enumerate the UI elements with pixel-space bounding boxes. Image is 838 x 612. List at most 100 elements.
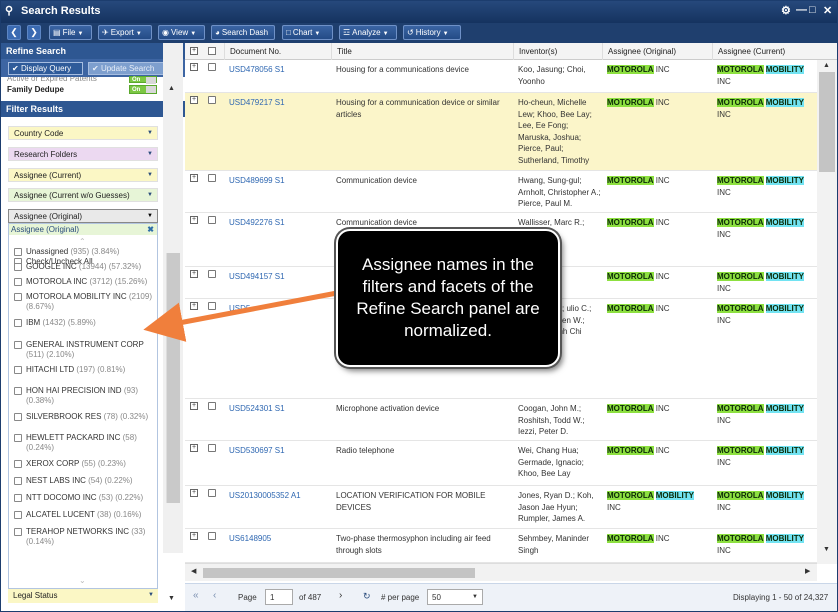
table-row[interactable]: + USD530697 S1 Radio telephone Wei, Chang H… [185,441,817,486]
file-menu[interactable]: ▤ File ▼ [49,25,92,40]
row-checkbox[interactable] [208,216,216,224]
facet-option[interactable]: NEST LABS INC (54) (0.22%) [14,476,154,486]
facet-option[interactable]: Unassigned (935) (3.84%) [14,247,154,257]
checkbox[interactable] [14,460,22,468]
horizontal-scrollbar[interactable]: ◀ ▶ [185,563,817,581]
facet-option[interactable]: HON HAI PRECISION IND (93) (0.38%) [14,386,154,406]
close-icon[interactable]: ✕ [823,4,832,17]
table-row[interactable]: + US20130005352 A1 LOCATION VERIFICATION F… [185,486,817,529]
history-menu[interactable]: ↺ History ▼ [403,25,461,40]
document-link[interactable]: US20130005352 A1 [224,490,331,502]
checkbox[interactable] [14,293,22,301]
facet-option[interactable]: NTT DOCOMO INC (53) (0.22%) [14,493,154,503]
row-checkbox[interactable] [208,302,216,310]
analyze-menu[interactable]: ☲ Analyze ▼ [339,25,397,40]
facet-country-code[interactable]: Country Code ▼ [8,126,158,140]
refresh-icon[interactable]: ↻ [363,591,371,602]
facet-option[interactable]: TERAHOP NETWORKS INC (33) (0.14%) [14,527,154,547]
row-checkbox[interactable] [208,174,216,182]
header-inventors[interactable]: Inventor(s) [513,43,602,60]
facet-assignee-current-no-guess[interactable]: Assignee (Current w/o Guesses) ▼ [8,188,158,202]
checkbox[interactable] [14,387,22,395]
gear-icon[interactable]: ⚙ [781,4,791,17]
header-title[interactable]: Title [331,43,513,60]
row-checkbox[interactable] [208,96,216,104]
document-link[interactable]: USD492276 S1 [224,217,331,229]
expand-row-icon[interactable]: + [190,402,198,410]
view-menu[interactable]: ◉ View ▼ [158,25,205,40]
facet-option[interactable]: SILVERBROOK RES (78) (0.32%) [14,412,154,422]
facet-option[interactable]: HEWLETT PACKARD INC (58) (0.24%) [14,433,154,453]
row-checkbox[interactable] [208,444,216,452]
facet-option[interactable]: GOOGLE INC (13944) (57.32%) [14,262,154,272]
export-menu[interactable]: ✈ Export ▼ [98,25,152,40]
expand-row-icon[interactable]: + [190,444,198,452]
table-row[interactable]: + US6148905 Two-phase thermosyphon includi… [185,529,817,563]
expand-row-icon[interactable]: + [190,96,198,104]
left-scroll-down-arrow[interactable]: ▼ [168,595,175,602]
first-page-icon[interactable]: « [193,590,199,601]
document-link[interactable]: USD478056 S1 [224,64,331,76]
checkbox[interactable] [14,413,22,421]
update-search-button[interactable]: ✔ Update Search [88,62,168,75]
facet-option[interactable]: MOTOROLA INC (3712) (15.26%) [14,277,154,287]
scroll-down-arrow[interactable]: ▼ [823,546,830,553]
checkbox[interactable] [14,477,22,485]
display-query-button[interactable]: ✔ Display Query [8,62,83,75]
facet-option[interactable]: IBM (1432) (5.89%) [14,318,154,328]
left-scrollbar[interactable]: ▲ [163,43,183,553]
results-scroll-thumb[interactable] [819,72,835,172]
document-link[interactable]: USD489699 S1 [224,175,331,187]
expand-row-icon[interactable]: + [190,174,198,182]
scroll-up-arrow[interactable]: ▲ [823,62,830,69]
family-dedupe-toggle[interactable]: On [129,85,157,94]
scroll-right-arrow[interactable]: ▶ [805,567,810,575]
document-link[interactable]: USD5 [224,303,331,315]
row-checkbox[interactable] [208,63,216,71]
document-link[interactable]: USD530697 S1 [224,445,331,457]
facet-option[interactable]: MOTOROLA MOBILITY INC (2109) (8.67%) [14,292,154,312]
checkbox[interactable] [14,511,22,519]
row-checkbox[interactable] [208,270,216,278]
row-checkbox[interactable] [208,402,216,410]
facet-assignee-current[interactable]: Assignee (Current) ▼ [8,168,158,182]
facet-assignee-original[interactable]: Assignee (Original) ▼ [8,209,158,223]
forward-button[interactable]: ❯ [27,25,41,40]
table-row[interactable]: + USD489699 S1 Communication device Hwang, … [185,171,817,213]
checkbox[interactable] [14,319,22,327]
header-assignee-current[interactable]: Assignee (Current) [712,43,817,60]
header-assignee-original[interactable]: Assignee (Original) [602,43,712,60]
row-checkbox[interactable] [208,532,216,540]
next-page-icon[interactable]: › [339,590,342,601]
document-link[interactable]: US6148905 [224,533,331,545]
scroll-up-arrow[interactable]: ▲ [168,85,175,92]
document-link[interactable]: USD524301 S1 [224,403,331,415]
table-row[interactable]: + USD478056 S1 Housing for a communication… [185,60,817,93]
expand-row-icon[interactable]: + [190,270,198,278]
results-scrollbar[interactable]: ▲ ▼ [817,60,837,564]
expand-row-icon[interactable]: + [190,489,198,497]
checkbox[interactable] [14,248,22,256]
expand-row-icon[interactable]: + [190,302,198,310]
active-toggle[interactable]: On [129,76,157,84]
header-document-no[interactable]: Document No. [224,43,331,60]
prev-page-icon[interactable]: ‹ [213,590,216,601]
back-button[interactable]: ❮ [7,25,21,40]
document-link[interactable]: USD479217 S1 [224,97,331,109]
horizontal-scroll-thumb[interactable] [203,568,475,578]
left-scroll-thumb[interactable] [166,253,180,503]
table-row[interactable]: + USD524301 S1 Microphone activation devic… [185,399,817,441]
page-input[interactable]: 1 [265,589,293,605]
expand-row-icon[interactable]: + [190,63,198,71]
facet-option[interactable]: XEROX CORP (55) (0.23%) [14,459,154,469]
per-page-select[interactable]: 50 ▼ [427,589,483,605]
expand-row-icon[interactable]: + [190,532,198,540]
checkbox[interactable] [14,528,22,536]
expand-row-icon[interactable]: + [190,216,198,224]
facet-option[interactable]: HITACHI LTD (197) (0.81%) [14,365,154,375]
table-row[interactable]: + USD479217 S1 Housing for a communication… [185,93,817,171]
document-link[interactable]: USD494157 S1 [224,271,331,283]
checkbox[interactable] [14,341,22,349]
facet-research-folders[interactable]: Research Folders ▼ [8,147,158,161]
chart-menu[interactable]: □ Chart ▼ [282,25,333,40]
